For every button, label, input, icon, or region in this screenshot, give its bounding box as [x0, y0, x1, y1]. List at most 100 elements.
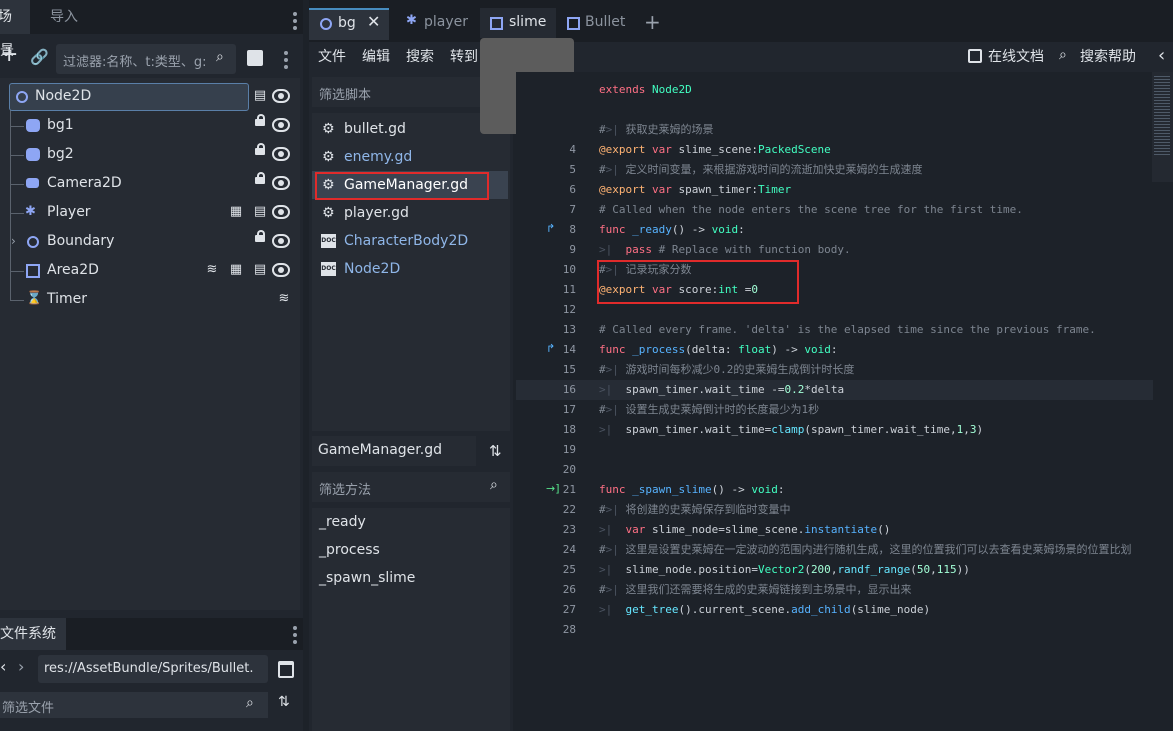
visibility-icon[interactable] [272, 234, 290, 248]
close-icon[interactable]: ✕ [367, 12, 380, 31]
script-filter-icon[interactable] [247, 50, 263, 66]
visibility-icon[interactable] [272, 147, 290, 161]
script-icon[interactable]: ▤ [253, 88, 267, 104]
code-line[interactable]: #>| 设置生成史莱姆倒计时的长度最少为1秒 [599, 400, 819, 420]
script-item[interactable]: ⚙ enemy.gd [312, 143, 508, 171]
layout-toggle-icon[interactable] [278, 661, 294, 678]
signal-icon[interactable]: ≋ [277, 291, 291, 307]
clapper-icon[interactable]: ▦ [229, 262, 243, 278]
code-line[interactable]: >| get_tree().current_scene.add_child(sl… [599, 600, 930, 620]
filesystem-menu-icon[interactable] [293, 626, 297, 647]
script-item[interactable]: ⚙ player.gd [312, 199, 508, 227]
tab-scene[interactable]: 场景 [0, 0, 30, 59]
code-line[interactable]: >| spawn_timer.wait_time -=0.2*delta [599, 380, 844, 400]
scene-filter-input[interactable]: 过滤器:名称、t:类型、g: ⌕ [56, 44, 236, 74]
clapper-icon[interactable]: ▦ [229, 204, 243, 220]
code-line[interactable]: >| pass # Replace with function body. [599, 240, 851, 260]
search-icon: ⌕ [246, 695, 254, 711]
tab-bg[interactable]: bg ✕ [309, 8, 389, 40]
script-item[interactable]: DOC Node2D [312, 255, 508, 283]
tab-slime[interactable]: slime [480, 8, 556, 38]
method-item[interactable]: _process [319, 542, 380, 558]
script-item[interactable]: DOC CharacterBody2D [312, 227, 508, 255]
menu-search[interactable]: 搜索 [406, 42, 434, 72]
code-line[interactable]: >| var slime_node=slime_scene.instantiat… [599, 520, 890, 540]
file-filter-input[interactable]: 筛选文件 ⌕ [0, 692, 268, 718]
tab-label: slime [509, 14, 547, 30]
lock-icon[interactable] [255, 114, 265, 126]
code-line[interactable]: @export var spawn_timer:Timer [599, 180, 791, 200]
code-line[interactable]: >| spawn_timer.wait_time=clamp(spawn_tim… [599, 420, 983, 440]
tree-item-player[interactable]: ✱ Player ▦ ▤ [0, 198, 300, 227]
method-item[interactable]: _ready [319, 514, 366, 530]
script-icon[interactable]: ▤ [253, 262, 267, 278]
tab-import[interactable]: 导入 [42, 0, 86, 34]
add-node-icon[interactable]: + [0, 44, 18, 67]
code-line[interactable]: #>| 获取史莱姆的场景 [599, 120, 714, 140]
override-icon[interactable]: ↱ [546, 342, 555, 355]
node2d-circle-icon [320, 18, 332, 30]
search-help-link[interactable]: 搜索帮助 [1080, 42, 1136, 72]
signal-icon[interactable]: ≋ [205, 262, 219, 278]
code-line[interactable]: # Called when the node enters the scene … [599, 200, 1023, 220]
sort-icon[interactable]: ⇅ [278, 694, 290, 710]
code-line[interactable]: #>| 这里我们还需要将生成的史莱姆链接到主场景中，显示出来 [599, 580, 912, 600]
lock-icon[interactable] [255, 230, 265, 242]
code-editor[interactable]: 4 5 6 7 8 9 10 11 12 13 14 15 16 17 18 19 20 21 22 23 24 25 26… [516, 72, 1173, 731]
script-item-selected[interactable]: ⚙ GameManager.gd [312, 171, 508, 200]
minimap[interactable] [1152, 72, 1173, 182]
code-line[interactable]: #>| 将创建的史莱姆保存到临时变量中 [599, 500, 791, 520]
sort-icon[interactable]: ⇅ [489, 442, 502, 460]
code-line[interactable]: func _spawn_slime() -> void: [599, 480, 784, 500]
override-icon[interactable]: ↱ [546, 222, 555, 235]
back-icon[interactable]: ‹ [0, 657, 6, 676]
script-icon[interactable]: ▤ [253, 204, 267, 220]
code-line[interactable]: extends Node2D [599, 80, 692, 100]
visibility-icon[interactable] [272, 176, 290, 190]
signal-connection-icon[interactable]: →] [546, 482, 560, 495]
code-line[interactable]: #>| 这里是设置史莱姆在一定波动的范围内进行随机生成，这里的位置我们可以去查看… [599, 540, 1132, 560]
method-item[interactable]: _spawn_slime [319, 570, 415, 586]
scene-tree-menu-icon[interactable] [284, 51, 288, 72]
code-line[interactable]: #>| 定义时间变量，来根据游戏时间的流逝加快史莱姆的生成速度 [599, 160, 923, 180]
online-docs-link[interactable]: 在线文档 [988, 42, 1044, 72]
tab-bullet[interactable]: Bullet [559, 8, 649, 38]
path-field[interactable]: res://AssetBundle/Sprites/Bullet. [38, 655, 268, 683]
lock-icon[interactable] [255, 172, 265, 184]
visibility-icon[interactable] [272, 118, 290, 132]
code-line[interactable]: func _process(delta: float) -> void: [599, 340, 837, 360]
menu-file[interactable]: 文件 [318, 42, 346, 72]
menu-edit[interactable]: 编辑 [362, 42, 390, 72]
chevron-right-icon[interactable]: › [11, 233, 16, 249]
script-item[interactable]: ⚙ bullet.gd [312, 115, 508, 143]
code-line[interactable]: @export var slime_scene:PackedScene [599, 140, 831, 160]
tab-filesystem[interactable]: 文件系统 [0, 618, 66, 650]
code-line[interactable]: func _ready() -> void: [599, 220, 745, 240]
code-line[interactable]: >| slime_node.position=Vector2(200,randf… [599, 560, 970, 580]
forward-icon[interactable]: › [18, 657, 24, 676]
method-filter-input[interactable]: 筛选方法 ⌕ [312, 472, 510, 502]
tree-item-boundary[interactable]: › Boundary [0, 227, 300, 256]
line-number: 27 [562, 603, 576, 616]
code-line[interactable]: # Called every frame. 'delta' is the ela… [599, 320, 1096, 340]
code-line[interactable]: #>| 游戏时间每秒减少0.2的史莱姆生成倒计时长度 [599, 360, 854, 380]
tab-player[interactable]: ✱ player [396, 8, 476, 38]
visibility-icon[interactable] [272, 263, 290, 277]
add-tab-icon[interactable]: + [644, 10, 661, 34]
tree-item-bg2[interactable]: bg2 [0, 140, 300, 169]
visibility-icon[interactable] [272, 89, 290, 103]
tree-item-node2d[interactable]: Node2D ▤ [0, 82, 300, 111]
scene-tree: Node2D ▤ bg1 bg2 Camera2D ✱ Player ▦ ▤ ›… [0, 78, 300, 610]
menu-goto[interactable]: 转到 [450, 42, 478, 72]
collapse-icon[interactable]: ‹ [1158, 45, 1165, 66]
line-number: 13 [562, 323, 576, 336]
tree-item-bg1[interactable]: bg1 [0, 111, 300, 140]
scene-dock-menu-icon[interactable] [293, 12, 297, 33]
lock-icon[interactable] [255, 143, 265, 155]
link-icon[interactable]: 🔗 [30, 50, 49, 66]
path-value: res://AssetBundle/Sprites/Bullet. [44, 661, 254, 676]
tree-item-timer[interactable]: ⌛ Timer ≋ [0, 285, 300, 314]
visibility-icon[interactable] [272, 205, 290, 219]
tree-item-area2d[interactable]: Area2D ≋ ▦ ▤ [0, 256, 300, 285]
tree-item-camera2d[interactable]: Camera2D [0, 169, 300, 198]
